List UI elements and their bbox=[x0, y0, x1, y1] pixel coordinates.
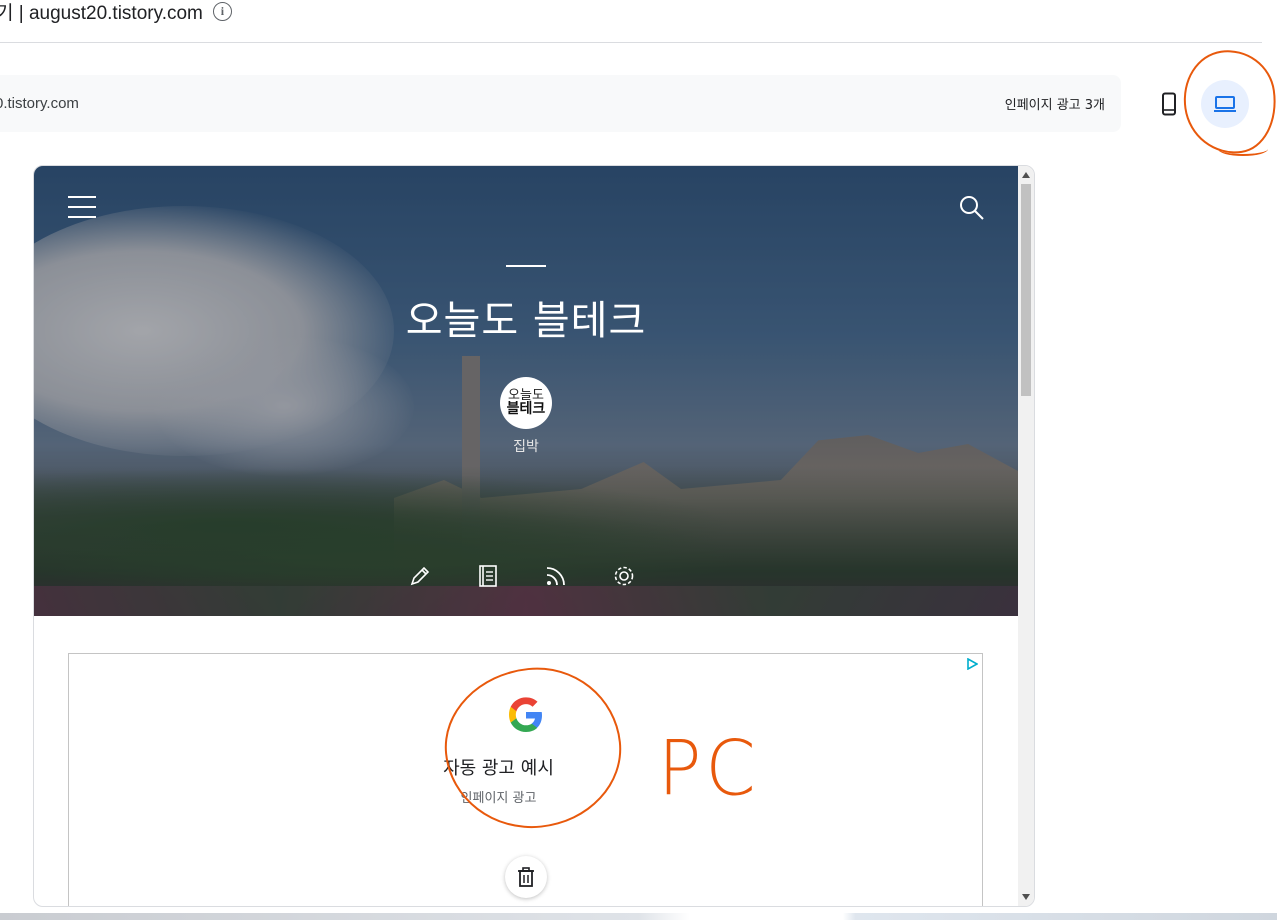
scroll-down-arrow-icon[interactable] bbox=[1022, 894, 1030, 900]
rss-icon bbox=[546, 567, 565, 586]
guestbook-button[interactable] bbox=[474, 562, 502, 590]
avatar-line: 오늘도 bbox=[508, 387, 544, 403]
blog-title[interactable]: 오늘도 블테크 bbox=[34, 288, 1018, 346]
blog-hero-banner: 오늘도 블테크 오늘도 블테크 집박 bbox=[34, 166, 1018, 616]
ad-choices-icon[interactable] bbox=[966, 658, 978, 670]
mobile-view-button[interactable] bbox=[1145, 80, 1193, 128]
ad-subtitle: 인페이지 광고 bbox=[460, 791, 537, 806]
ad-placeholder[interactable]: 자동 광고 예시 인페이지 광고 bbox=[68, 653, 983, 906]
page-header: 기 | august20.tistory.com i bbox=[0, 0, 232, 24]
hamburger-menu-icon[interactable] bbox=[68, 196, 96, 218]
ad-title: 자동 광고 예시 bbox=[443, 758, 554, 779]
info-icon[interactable]: i bbox=[212, 1, 232, 21]
pencil-icon bbox=[410, 566, 430, 586]
avatar-line: 블테크 bbox=[506, 401, 546, 418]
scroll-up-arrow-icon[interactable] bbox=[1022, 172, 1030, 178]
page-title: 기 | august20.tistory.com bbox=[0, 2, 203, 24]
header-divider bbox=[0, 42, 1262, 43]
search-icon[interactable] bbox=[958, 194, 986, 222]
avatar[interactable]: 오늘도 블테크 bbox=[500, 377, 552, 429]
trash-icon bbox=[518, 867, 534, 887]
google-logo-icon bbox=[509, 697, 542, 732]
author-name: 집박 bbox=[513, 439, 539, 455]
ad-preview-page: 기 | august20.tistory.com i 0.tistory.com… bbox=[0, 0, 1277, 920]
preview-url: 0.tistory.com bbox=[0, 95, 79, 112]
scroll-thumb[interactable] bbox=[1021, 184, 1031, 396]
annotation-stroke bbox=[1218, 142, 1268, 156]
write-button[interactable] bbox=[406, 562, 434, 590]
hero-toolbar bbox=[406, 562, 638, 590]
delete-ad-button[interactable] bbox=[505, 856, 547, 898]
book-icon bbox=[479, 565, 497, 587]
gear-icon bbox=[614, 566, 634, 586]
rss-button[interactable] bbox=[542, 562, 570, 590]
smartphone-icon bbox=[1162, 92, 1176, 116]
url-bar: 0.tistory.com 인페이지 광고 3개 bbox=[0, 75, 1121, 132]
preview-frame: 오늘도 블테크 오늘도 블테크 집박 자동 광고 예시 인페이지 광고 bbox=[33, 165, 1035, 907]
ad-count-label: 인페이지 광고 3개 bbox=[1004, 98, 1105, 113]
desktop-view-button[interactable] bbox=[1201, 80, 1249, 128]
settings-button[interactable] bbox=[610, 562, 638, 590]
taskbar-strip bbox=[0, 913, 1277, 920]
preview-scrollbar[interactable] bbox=[1018, 166, 1034, 906]
laptop-icon bbox=[1214, 96, 1236, 112]
title-dash bbox=[506, 265, 546, 267]
